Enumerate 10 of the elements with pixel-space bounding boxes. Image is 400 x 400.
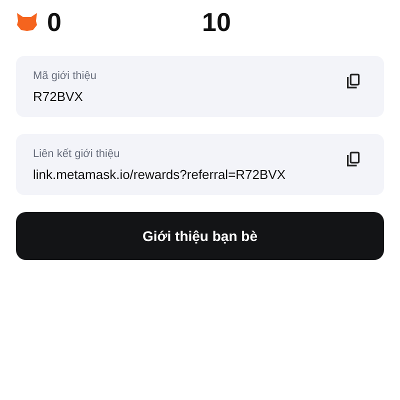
invite-friends-button[interactable]: Giới thiệu bạn bè bbox=[16, 212, 384, 260]
points-value: 0 bbox=[47, 6, 62, 38]
field-value: link.metamask.io/rewards?referral=R72BVX bbox=[33, 167, 286, 182]
copy-icon[interactable] bbox=[347, 151, 360, 167]
field-value: R72BVX bbox=[33, 89, 84, 104]
referral-count: 10 bbox=[202, 6, 231, 38]
field-label: Liên kết giới thiệu bbox=[33, 148, 121, 160]
copy-icon[interactable] bbox=[347, 73, 360, 89]
fox-icon bbox=[16, 12, 38, 32]
field-label: Mã giới thiệu bbox=[33, 70, 96, 82]
